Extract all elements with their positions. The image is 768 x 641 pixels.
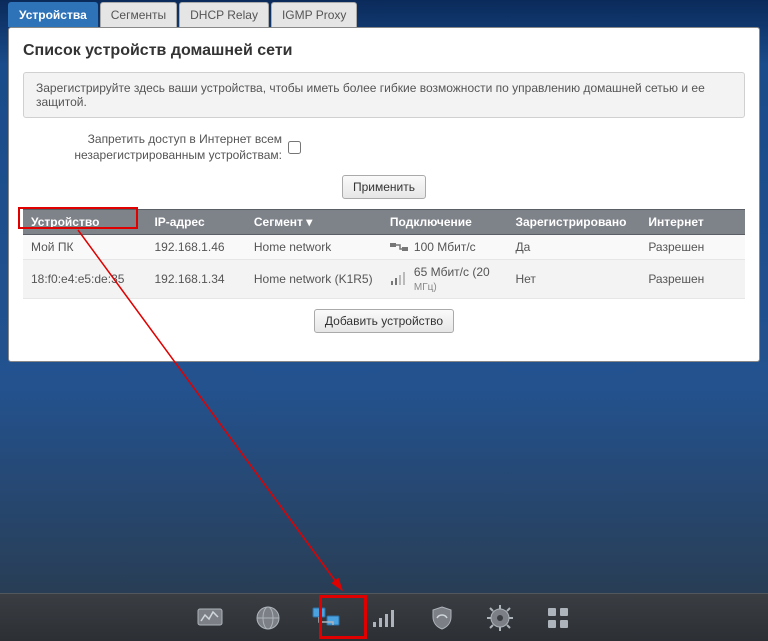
nav-apps-icon[interactable] — [538, 600, 578, 636]
cell-ip: 192.168.1.46 — [146, 235, 245, 260]
tab-dhcp-relay[interactable]: DHCP Relay — [179, 2, 269, 27]
add-device-button[interactable]: Добавить устройство — [314, 309, 454, 333]
cell-internet: Разрешен — [640, 235, 745, 260]
nav-security-icon[interactable] — [422, 600, 462, 636]
block-internet-checkbox[interactable] — [288, 141, 301, 154]
nav-settings-icon[interactable] — [480, 600, 520, 636]
th-segment[interactable]: Сегмент ▾ — [246, 210, 382, 235]
th-internet[interactable]: Интернет — [640, 210, 745, 235]
cell-registered: Да — [507, 235, 640, 260]
cell-segment: Home network — [246, 235, 382, 260]
wired-icon — [390, 241, 408, 253]
panel-title: Список устройств домашней сети — [23, 42, 745, 60]
th-device[interactable]: Устройство — [23, 210, 146, 235]
nav-wifi-icon[interactable] — [364, 600, 404, 636]
tab-bar: Устройства Сегменты DHCP Relay IGMP Prox… — [8, 2, 760, 27]
block-internet-row: Запретить доступ в Интернет всем незарег… — [23, 132, 745, 163]
tab-segments[interactable]: Сегменты — [100, 2, 177, 27]
th-ip[interactable]: IP-адрес — [146, 210, 245, 235]
apply-button[interactable]: Применить — [342, 175, 426, 199]
table-row[interactable]: Мой ПК 192.168.1.46 Home network 100 Мби… — [23, 235, 745, 260]
cell-device: Мой ПК — [23, 235, 146, 260]
tab-devices[interactable]: Устройства — [8, 2, 98, 27]
nav-network-icon[interactable] — [306, 600, 346, 636]
block-internet-label: Запретить доступ в Интернет всем незарег… — [23, 132, 288, 163]
cell-connection: 100 Мбит/с — [382, 235, 508, 260]
table-header-row: Устройство IP-адрес Сегмент ▾ Подключени… — [23, 210, 745, 235]
tab-igmp-proxy[interactable]: IGMP Proxy — [271, 2, 357, 27]
cell-device: 18:f0:e4:e5:de:35 — [23, 260, 146, 299]
nav-status-icon[interactable] — [190, 600, 230, 636]
main-panel: Список устройств домашней сети Зарегистр… — [8, 27, 760, 362]
table-row[interactable]: 18:f0:e4:e5:de:35 192.168.1.34 Home netw… — [23, 260, 745, 299]
cell-internet: Разрешен — [640, 260, 745, 299]
cell-segment: Home network (K1R5) — [246, 260, 382, 299]
wifi-icon — [390, 272, 408, 286]
nav-internet-icon[interactable] — [248, 600, 288, 636]
panel-hint: Зарегистрируйте здесь ваши устройства, ч… — [23, 72, 745, 118]
th-connection[interactable]: Подключение — [382, 210, 508, 235]
bottom-nav — [0, 593, 768, 641]
cell-registered: Нет — [507, 260, 640, 299]
th-registered[interactable]: Зарегистрировано — [507, 210, 640, 235]
cell-connection: 65 Мбит/с (20 МГц) — [382, 260, 508, 299]
cell-ip: 192.168.1.34 — [146, 260, 245, 299]
devices-table: Устройство IP-адрес Сегмент ▾ Подключени… — [23, 209, 745, 299]
